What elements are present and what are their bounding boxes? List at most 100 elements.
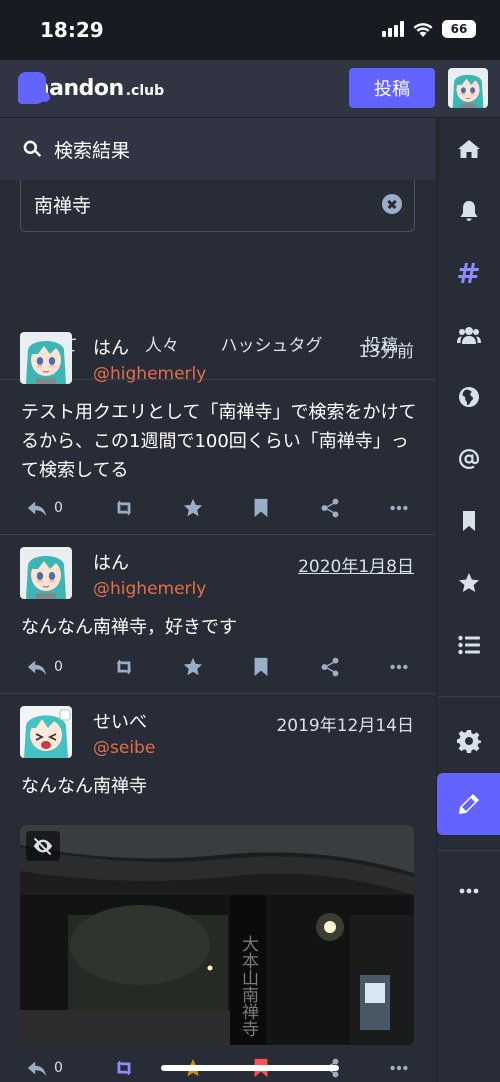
hashtag-icon [458, 263, 479, 283]
nav-notifications[interactable] [437, 180, 500, 242]
star-icon [459, 573, 479, 592]
boost-icon [113, 656, 135, 678]
reply-button[interactable]: 0 [26, 647, 63, 687]
ellipsis-icon [388, 656, 410, 678]
display-name[interactable]: せいべ [93, 708, 147, 734]
display-name[interactable]: はん [93, 334, 129, 360]
boost-icon [113, 1057, 135, 1079]
boost-icon [113, 497, 135, 519]
site-logo[interactable]: handon .club [18, 72, 164, 104]
wifi-icon [413, 23, 433, 37]
reply-icon [26, 656, 48, 678]
share-button[interactable] [319, 488, 341, 528]
column-title: 検索結果 [54, 139, 131, 162]
search-icon [23, 140, 42, 157]
share-icon [319, 656, 341, 678]
share-button[interactable] [319, 647, 341, 687]
mastodon-logo-icon [18, 72, 50, 104]
more-button[interactable] [388, 647, 410, 687]
temple-gate-photo: 大本山南禅寺 [20, 825, 414, 1045]
display-name[interactable]: はん [93, 549, 129, 575]
reply-count: 0 [54, 659, 63, 675]
home-icon [458, 140, 480, 158]
boost-button[interactable] [113, 647, 135, 687]
media-attachment[interactable]: 大本山南禅寺 [20, 825, 414, 1045]
signal-icon [382, 21, 404, 37]
reply-button[interactable]: 0 [26, 1048, 63, 1082]
my-avatar[interactable] [448, 68, 488, 108]
bookmark-button[interactable] [250, 488, 272, 528]
status-content: テスト用クエリとして「南禅寺」で検索をかけてるから、この1週間で100回くらい「… [21, 402, 417, 481]
bookmark-icon [250, 656, 272, 678]
avatar[interactable] [20, 332, 72, 384]
nav-federated[interactable] [437, 366, 500, 428]
boost-button[interactable] [113, 1048, 135, 1082]
at-icon [459, 449, 479, 469]
reply-icon [26, 1057, 48, 1079]
post-button[interactable]: 投稿 [349, 68, 435, 108]
search-input[interactable]: 南禅寺 [20, 180, 415, 232]
favourite-button[interactable] [182, 647, 204, 687]
gear-icon [457, 730, 481, 753]
ellipsis-icon [388, 1057, 410, 1079]
share-icon [319, 497, 341, 519]
status-content: なんなん南禅寺，好きです [21, 617, 237, 638]
globe-icon [459, 387, 479, 407]
account-handle[interactable]: @seibe [93, 738, 155, 758]
column-header: 検索結果 [0, 118, 436, 180]
reply-count: 0 [54, 500, 63, 516]
bookmark-icon [463, 511, 475, 531]
bell-icon [460, 201, 478, 221]
nav-favourites[interactable] [437, 552, 500, 614]
status-content: なんなん南禅寺 [21, 776, 147, 797]
media-sign-text: 大本山南禅寺 [238, 935, 259, 1037]
bookmark-icon [250, 497, 272, 519]
ellipsis-icon [388, 497, 410, 519]
avatar[interactable] [20, 547, 72, 599]
avatar[interactable] [20, 706, 72, 758]
battery-indicator: 66 [442, 20, 476, 38]
reply-button[interactable]: 0 [26, 488, 63, 528]
home-indicator[interactable] [161, 1065, 339, 1071]
star-icon [182, 497, 204, 519]
nav-lists[interactable] [437, 614, 500, 676]
search-results-column: 検索結果 南禅寺 すべて 人々 ハッシュタグ 投稿 はん @highemerly… [0, 118, 436, 1082]
status-timestamp[interactable]: 2020年1月8日 [298, 552, 414, 577]
clear-search-icon[interactable] [382, 194, 402, 214]
nav-explore[interactable] [437, 242, 500, 304]
boost-button[interactable] [113, 488, 135, 528]
hide-media-button[interactable] [26, 831, 60, 861]
account-handle[interactable]: @highemerly [93, 364, 206, 384]
nav-more[interactable] [437, 860, 500, 922]
ellipsis-icon [459, 888, 479, 894]
status-timestamp[interactable]: 13分前 [358, 337, 414, 362]
pencil-icon [459, 794, 479, 814]
reply-count: 0 [54, 1060, 63, 1076]
nav-mentions[interactable] [437, 428, 500, 490]
status-timestamp[interactable]: 2019年12月14日 [276, 711, 414, 736]
status-item[interactable]: はん @highemerly 13分前 テスト用クエリとして「南禅寺」で検索をか… [0, 320, 436, 535]
eye-slash-icon [33, 837, 53, 856]
star-icon [182, 656, 204, 678]
account-handle[interactable]: @highemerly [93, 579, 206, 599]
more-button[interactable] [388, 1048, 410, 1082]
nav-home[interactable] [437, 118, 500, 180]
more-button[interactable] [388, 488, 410, 528]
logo-tld: .club [125, 83, 165, 99]
users-icon [457, 327, 481, 344]
nav-compose[interactable] [437, 773, 500, 835]
nav-local[interactable] [437, 304, 500, 366]
list-icon [458, 635, 480, 655]
nav-preferences[interactable] [437, 710, 500, 772]
reply-icon [26, 497, 48, 519]
nav-bookmarks[interactable] [437, 490, 500, 552]
status-icons: 66 [382, 20, 476, 38]
bookmark-button[interactable] [250, 647, 272, 687]
favourite-button[interactable] [182, 488, 204, 528]
status-item[interactable]: はん @highemerly 2020年1月8日 なんなん南禅寺，好きです 0 [0, 535, 436, 694]
status-actions: 0 [0, 488, 436, 528]
navigation-panel [436, 118, 500, 1082]
status-actions: 0 [0, 647, 436, 687]
app-header: handon .club 投稿 [0, 60, 500, 118]
clock: 18:29 [40, 18, 104, 42]
